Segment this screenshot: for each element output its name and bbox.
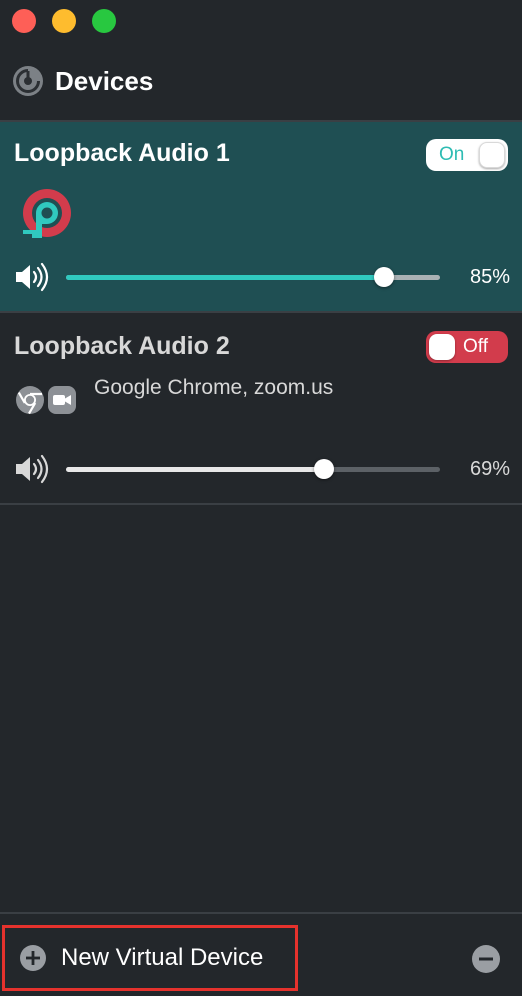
device-card-loopback-audio-1[interactable]: Loopback Audio 1 On 85%	[0, 122, 522, 311]
slider-thumb[interactable]	[314, 459, 335, 479]
volume-value: 69%	[469, 458, 510, 480]
loopback-logo-icon	[23, 189, 71, 238]
device-card-loopback-audio-2[interactable]: Loopback Audio 2 Off Google Chrome, zoom…	[0, 313, 522, 503]
plus-circle-icon	[20, 945, 46, 971]
devices-app-icon	[13, 66, 43, 96]
new-virtual-device-button[interactable]: New Virtual Device	[2, 925, 298, 991]
device-power-toggle[interactable]: On	[426, 139, 508, 171]
slider-fill	[66, 467, 325, 472]
source-icons	[14, 385, 80, 417]
toggle-label: Off	[463, 336, 488, 357]
device-name: Loopback Audio 1	[14, 139, 230, 167]
chrome-icon	[16, 386, 44, 415]
loopback-window: Devices Loopback Audio 1 On 85% Loopback…	[0, 0, 522, 996]
minus-circle-icon[interactable]	[471, 944, 501, 974]
close-window-button[interactable]	[12, 9, 36, 33]
slider-thumb[interactable]	[373, 267, 394, 287]
toggle-label: On	[439, 144, 465, 165]
new-virtual-device-label: New Virtual Device	[61, 944, 264, 971]
toggle-knob	[429, 334, 455, 360]
window-title: Devices	[55, 66, 154, 96]
zoom-icon	[48, 386, 76, 414]
zoom-window-button[interactable]	[92, 9, 116, 33]
device-power-toggle[interactable]: Off	[426, 331, 508, 363]
volume-slider[interactable]	[66, 457, 440, 481]
device-divider	[0, 503, 522, 505]
footer-bar: New Virtual Device	[0, 914, 522, 996]
source-apps-text: Google Chrome, zoom.us	[94, 376, 334, 399]
minimize-window-button[interactable]	[52, 9, 76, 33]
device-name: Loopback Audio 2	[14, 332, 230, 360]
volume-icon	[16, 262, 49, 292]
volume-slider[interactable]	[66, 265, 440, 289]
slider-fill	[66, 275, 384, 280]
volume-value: 85%	[469, 266, 510, 288]
title-bar: Devices	[0, 0, 522, 120]
toggle-knob	[479, 142, 505, 168]
volume-icon	[16, 454, 49, 484]
